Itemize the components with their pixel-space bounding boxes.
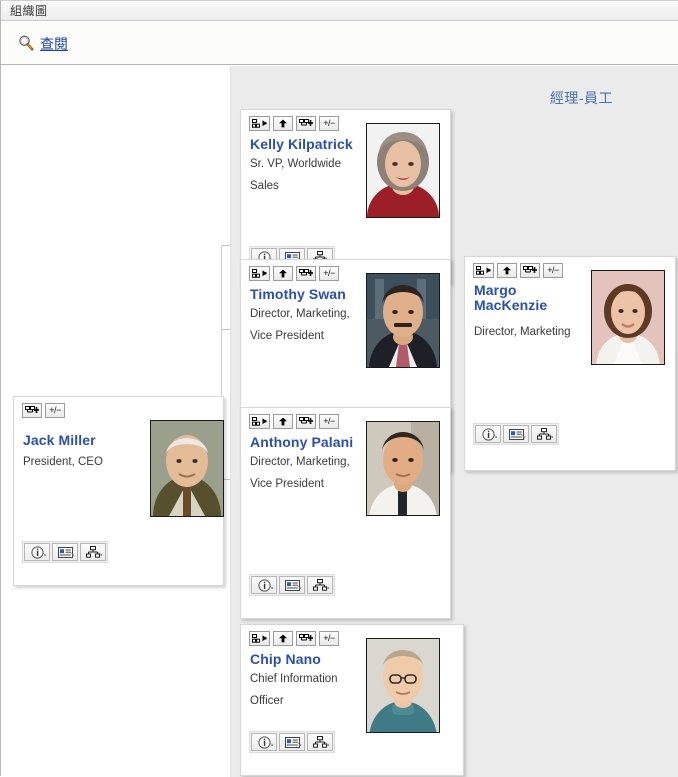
org-chart-button[interactable]: ↘: [307, 733, 333, 751]
expand-collapse-button[interactable]: +/−: [319, 631, 339, 646]
add-node-button[interactable]: [296, 631, 316, 646]
node-bottom-toolbar: ↘ ↘: [249, 731, 335, 753]
node-person-title-cont: Officer: [250, 695, 284, 707]
node-person-title: Director, Marketing,: [250, 308, 350, 320]
node-person-title: Director, Marketing: [474, 326, 571, 338]
business-card-button[interactable]: ↘: [279, 733, 305, 751]
details-button[interactable]: ↘: [251, 733, 277, 751]
org-node-card[interactable]: +/− Chip Nano Chief Information Officer: [240, 624, 464, 776]
add-node-button[interactable]: [296, 266, 316, 281]
node-photo: [366, 638, 440, 733]
org-node-card[interactable]: +/− Kelly Kilpatrick Sr. VP, Worldwide S…: [240, 109, 451, 284]
add-node-button[interactable]: [22, 403, 42, 418]
node-person-title: Sr. VP, Worldwide: [250, 158, 341, 170]
expand-collapse-button[interactable]: +/−: [319, 116, 339, 131]
expand-collapse-button[interactable]: +/−: [319, 414, 339, 429]
node-person-title-cont: Vice President: [250, 478, 324, 490]
move-up-button[interactable]: [273, 631, 293, 646]
add-node-button[interactable]: [296, 414, 316, 429]
business-card-button[interactable]: ↘: [52, 543, 78, 561]
node-top-toolbar: +/−: [249, 116, 339, 131]
dropdown-arrow-icon: ↘: [41, 551, 47, 558]
dropdown-arrow-icon: ↘: [520, 433, 526, 440]
business-card-button[interactable]: ↘: [279, 576, 305, 594]
window-titlebar: 組織圖: [1, 1, 678, 21]
node-top-toolbar: +/−: [249, 414, 339, 429]
org-node-card[interactable]: +/− Anthony Palani Director, Marketing, …: [240, 407, 451, 619]
dropdown-arrow-icon: ↘: [548, 433, 554, 440]
details-button[interactable]: ↘: [251, 576, 277, 594]
details-button[interactable]: ↘: [24, 543, 50, 561]
org-chart-button[interactable]: ↘: [80, 543, 106, 561]
dropdown-arrow-icon: ↘: [324, 584, 330, 591]
view-lookup-link[interactable]: 查閱: [17, 34, 68, 52]
node-person-title: President, CEO: [23, 456, 103, 468]
expand-collapse-button[interactable]: +/−: [543, 263, 563, 278]
move-up-button[interactable]: [497, 263, 517, 278]
node-person-name: Kelly Kilpatrick: [250, 136, 353, 152]
expand-collapse-button[interactable]: +/−: [319, 266, 339, 281]
node-top-toolbar: +/−: [249, 266, 339, 281]
dropdown-arrow-icon: ↘: [324, 741, 330, 748]
go-to-manager-button[interactable]: [249, 116, 270, 131]
org-node-card[interactable]: +/− Margo MacKenzie Director, Marketing: [464, 256, 676, 471]
node-person-name: Jack Miller: [23, 432, 96, 448]
move-up-button[interactable]: [273, 116, 293, 131]
org-chart-body: 經理-員工 +/− Jack Miller President, CEO ↘ ↘…: [1, 66, 678, 777]
node-person-title-cont: Sales: [250, 180, 279, 192]
node-top-toolbar: +/−: [22, 403, 65, 418]
move-up-button[interactable]: [273, 414, 293, 429]
org-chart-button[interactable]: ↘: [307, 576, 333, 594]
details-button[interactable]: ↘: [475, 425, 501, 443]
node-bottom-toolbar: ↘ ↘: [473, 423, 559, 445]
go-to-manager-button[interactable]: [473, 263, 494, 278]
go-to-manager-button[interactable]: [249, 414, 270, 429]
node-person-title-cont: Vice President: [250, 330, 324, 342]
org-chart-button[interactable]: ↘: [531, 425, 557, 443]
node-bottom-toolbar: ↘ ↘: [249, 574, 335, 596]
node-person-name: Chip Nano: [250, 651, 321, 667]
dropdown-arrow-icon: ↘: [296, 741, 302, 748]
page-toolbar: 查閱: [1, 21, 678, 65]
dropdown-arrow-icon: ↘: [268, 584, 274, 591]
app-window: 組織圖 查閱 經理-員工 +/− Jack Miller President, …: [0, 0, 678, 777]
dropdown-arrow-icon: ↘: [268, 741, 274, 748]
node-person-name: Timothy Swan: [250, 286, 346, 302]
node-top-toolbar: +/−: [473, 263, 563, 278]
magnifier-icon: [17, 34, 35, 52]
go-to-manager-button[interactable]: [249, 631, 270, 646]
node-photo: [150, 420, 224, 517]
org-node-card[interactable]: +/− Jack Miller President, CEO ↘ ↘ ↘: [13, 396, 224, 586]
go-to-manager-button[interactable]: [249, 266, 270, 281]
connector-line: [221, 245, 230, 246]
dropdown-arrow-icon: ↘: [492, 433, 498, 440]
dropdown-arrow-icon: ↘: [296, 584, 302, 591]
add-node-button[interactable]: [296, 116, 316, 131]
expand-collapse-button[interactable]: +/−: [45, 403, 65, 418]
business-card-button[interactable]: ↘: [503, 425, 529, 443]
node-person-title: Chief Information: [250, 673, 338, 685]
node-person-title: Director, Marketing,: [250, 456, 350, 468]
dropdown-arrow-icon: ↘: [69, 551, 75, 558]
node-photo: [366, 273, 440, 368]
window-title: 組織圖: [10, 4, 48, 18]
view-lookup-label: 查閱: [40, 36, 68, 52]
node-person-name: Margo MacKenzie: [474, 282, 548, 313]
dropdown-arrow-icon: ↘: [97, 551, 103, 558]
node-bottom-toolbar: ↘ ↘: [22, 541, 108, 563]
move-up-button[interactable]: [273, 266, 293, 281]
relationship-heading: 經理-員工: [549, 90, 613, 106]
add-node-button[interactable]: [520, 263, 540, 278]
node-photo: [591, 270, 665, 365]
connector-line: [221, 329, 230, 330]
node-photo: [366, 123, 440, 218]
node-top-toolbar: +/−: [249, 631, 339, 646]
node-photo: [366, 421, 440, 516]
